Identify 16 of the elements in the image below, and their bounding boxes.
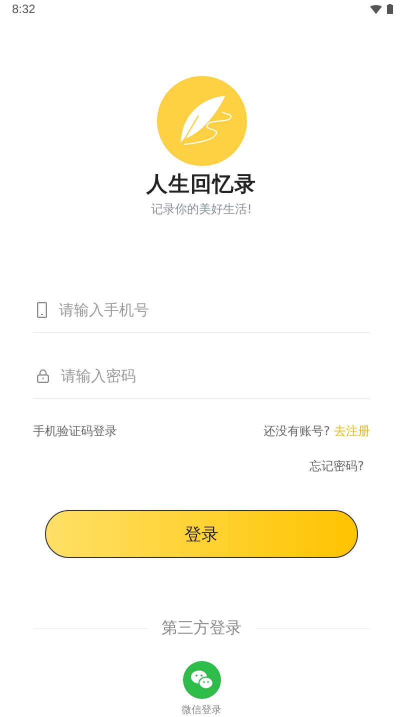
battery-icon: [387, 4, 393, 14]
register-prompt: 还没有账号?: [264, 423, 330, 440]
wechat-login-button[interactable]: 微信登录: [182, 661, 222, 717]
phone-icon: [37, 302, 47, 318]
status-time: 8:32: [12, 2, 36, 16]
lock-icon: [37, 369, 49, 383]
password-field[interactable]: 请输入密码: [59, 366, 370, 386]
app-title: 人生回忆录: [146, 171, 256, 198]
app-slogan: 记录你的美好生活!: [151, 201, 252, 218]
phone-field[interactable]: 请输入手机号: [57, 300, 370, 320]
third-party-title: 第三方登录: [162, 618, 242, 639]
sms-login-link[interactable]: 手机验证码登录: [33, 423, 117, 440]
login-button[interactable]: 登录: [45, 510, 358, 558]
wifi-icon: [370, 4, 382, 14]
forgot-password-link[interactable]: 忘记密码?: [310, 458, 364, 475]
chat-bubbles-icon: [182, 661, 220, 699]
